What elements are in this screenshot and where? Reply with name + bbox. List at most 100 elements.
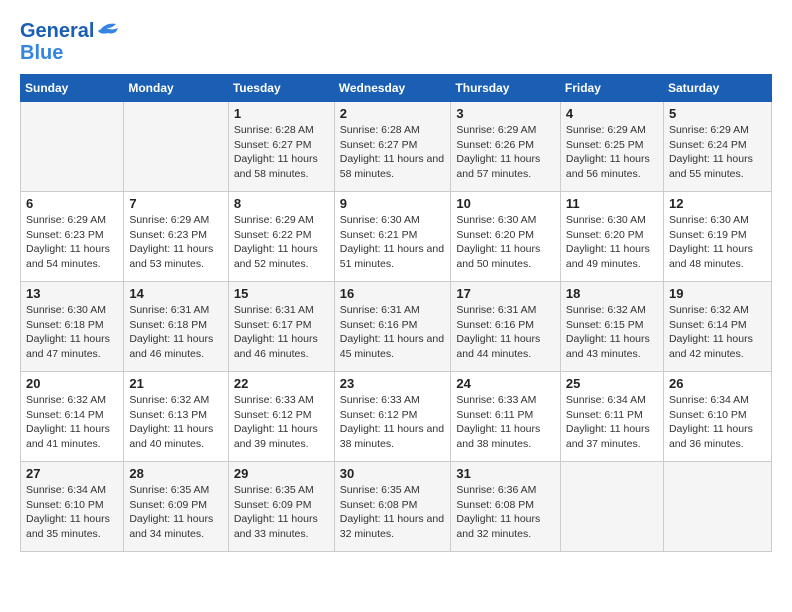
calendar-cell: 8 Sunrise: 6:29 AM Sunset: 6:22 PM Daylig… <box>228 192 334 282</box>
day-number: 15 <box>234 286 329 301</box>
day-number: 1 <box>234 106 329 121</box>
day-number: 29 <box>234 466 329 481</box>
calendar-week-row: 13 Sunrise: 6:30 AM Sunset: 6:18 PM Dayli… <box>21 282 772 372</box>
day-number: 28 <box>129 466 223 481</box>
day-info: Sunrise: 6:31 AM Sunset: 6:18 PM Dayligh… <box>129 303 223 362</box>
day-info: Sunrise: 6:34 AM Sunset: 6:11 PM Dayligh… <box>566 393 658 452</box>
day-number: 19 <box>669 286 766 301</box>
calendar-cell: 27 Sunrise: 6:34 AM Sunset: 6:10 PM Dayli… <box>21 462 124 552</box>
day-info: Sunrise: 6:29 AM Sunset: 6:24 PM Dayligh… <box>669 123 766 182</box>
day-info: Sunrise: 6:29 AM Sunset: 6:23 PM Dayligh… <box>129 213 223 272</box>
col-header-sunday: Sunday <box>21 75 124 102</box>
calendar-cell: 9 Sunrise: 6:30 AM Sunset: 6:21 PM Daylig… <box>334 192 451 282</box>
calendar-week-row: 6Sunrise: 6:29 AM Sunset: 6:23 PM Daylig… <box>21 192 772 282</box>
calendar-header-row: SundayMondayTuesdayWednesdayThursdayFrid… <box>21 75 772 102</box>
day-info: Sunrise: 6:29 AM Sunset: 6:26 PM Dayligh… <box>456 123 554 182</box>
logo: General Blue <box>20 20 124 64</box>
calendar-cell: 28 Sunrise: 6:35 AM Sunset: 6:09 PM Dayli… <box>124 462 229 552</box>
calendar-cell: 1 Sunrise: 6:28 AM Sunset: 6:27 PM Daylig… <box>228 102 334 192</box>
day-number: 2 <box>340 106 446 121</box>
logo-general-text: General <box>20 20 94 42</box>
calendar-cell: 31 Sunrise: 6:36 AM Sunset: 6:08 PM Dayli… <box>451 462 560 552</box>
calendar-cell: 26Sunrise: 6:34 AM Sunset: 6:10 PM Dayli… <box>663 372 771 462</box>
day-info: Sunrise: 6:33 AM Sunset: 6:12 PM Dayligh… <box>340 393 446 452</box>
day-info: Sunrise: 6:31 AM Sunset: 6:17 PM Dayligh… <box>234 303 329 362</box>
col-header-thursday: Thursday <box>451 75 560 102</box>
day-number: 8 <box>234 196 329 211</box>
day-number: 3 <box>456 106 554 121</box>
day-info: Sunrise: 6:33 AM Sunset: 6:11 PM Dayligh… <box>456 393 554 452</box>
day-number: 5 <box>669 106 766 121</box>
logo-blue-text: Blue <box>20 42 63 64</box>
day-number: 22 <box>234 376 329 391</box>
calendar-cell: 21 Sunrise: 6:32 AM Sunset: 6:13 PM Dayli… <box>124 372 229 462</box>
calendar-cell: 16 Sunrise: 6:31 AM Sunset: 6:16 PM Dayli… <box>334 282 451 372</box>
day-number: 18 <box>566 286 658 301</box>
calendar-cell: 17 Sunrise: 6:31 AM Sunset: 6:16 PM Dayli… <box>451 282 560 372</box>
day-info: Sunrise: 6:30 AM Sunset: 6:20 PM Dayligh… <box>566 213 658 272</box>
day-info: Sunrise: 6:29 AM Sunset: 6:22 PM Dayligh… <box>234 213 329 272</box>
col-header-wednesday: Wednesday <box>334 75 451 102</box>
calendar-cell <box>560 462 663 552</box>
day-number: 27 <box>26 466 118 481</box>
calendar-table: SundayMondayTuesdayWednesdayThursdayFrid… <box>20 74 772 552</box>
day-info: Sunrise: 6:32 AM Sunset: 6:13 PM Dayligh… <box>129 393 223 452</box>
calendar-week-row: 1 Sunrise: 6:28 AM Sunset: 6:27 PM Daylig… <box>21 102 772 192</box>
logo-bird-icon <box>96 20 124 38</box>
day-number: 24 <box>456 376 554 391</box>
day-info: Sunrise: 6:30 AM Sunset: 6:21 PM Dayligh… <box>340 213 446 272</box>
calendar-cell: 18 Sunrise: 6:32 AM Sunset: 6:15 PM Dayli… <box>560 282 663 372</box>
day-number: 12 <box>669 196 766 211</box>
day-info: Sunrise: 6:33 AM Sunset: 6:12 PM Dayligh… <box>234 393 329 452</box>
day-number: 13 <box>26 286 118 301</box>
calendar-cell: 4 Sunrise: 6:29 AM Sunset: 6:25 PM Daylig… <box>560 102 663 192</box>
day-info: Sunrise: 6:30 AM Sunset: 6:18 PM Dayligh… <box>26 303 118 362</box>
day-info: Sunrise: 6:29 AM Sunset: 6:25 PM Dayligh… <box>566 123 658 182</box>
day-info: Sunrise: 6:32 AM Sunset: 6:14 PM Dayligh… <box>26 393 118 452</box>
col-header-saturday: Saturday <box>663 75 771 102</box>
col-header-friday: Friday <box>560 75 663 102</box>
day-info: Sunrise: 6:30 AM Sunset: 6:19 PM Dayligh… <box>669 213 766 272</box>
day-info: Sunrise: 6:32 AM Sunset: 6:15 PM Dayligh… <box>566 303 658 362</box>
calendar-cell: 2Sunrise: 6:28 AM Sunset: 6:27 PM Daylig… <box>334 102 451 192</box>
calendar-cell: 7Sunrise: 6:29 AM Sunset: 6:23 PM Daylig… <box>124 192 229 282</box>
day-number: 4 <box>566 106 658 121</box>
day-info: Sunrise: 6:28 AM Sunset: 6:27 PM Dayligh… <box>234 123 329 182</box>
day-info: Sunrise: 6:36 AM Sunset: 6:08 PM Dayligh… <box>456 483 554 542</box>
calendar-cell: 3 Sunrise: 6:29 AM Sunset: 6:26 PM Daylig… <box>451 102 560 192</box>
calendar-cell: 19Sunrise: 6:32 AM Sunset: 6:14 PM Dayli… <box>663 282 771 372</box>
day-info: Sunrise: 6:35 AM Sunset: 6:09 PM Dayligh… <box>234 483 329 542</box>
calendar-cell <box>21 102 124 192</box>
col-header-monday: Monday <box>124 75 229 102</box>
day-number: 26 <box>669 376 766 391</box>
day-number: 9 <box>340 196 446 211</box>
calendar-cell: 15 Sunrise: 6:31 AM Sunset: 6:17 PM Dayli… <box>228 282 334 372</box>
page-header: General Blue <box>20 20 772 64</box>
day-number: 21 <box>129 376 223 391</box>
calendar-cell: 23 Sunrise: 6:33 AM Sunset: 6:12 PM Dayli… <box>334 372 451 462</box>
calendar-cell: 11 Sunrise: 6:30 AM Sunset: 6:20 PM Dayli… <box>560 192 663 282</box>
day-number: 23 <box>340 376 446 391</box>
day-number: 16 <box>340 286 446 301</box>
day-info: Sunrise: 6:34 AM Sunset: 6:10 PM Dayligh… <box>26 483 118 542</box>
calendar-cell: 14Sunrise: 6:31 AM Sunset: 6:18 PM Dayli… <box>124 282 229 372</box>
calendar-cell <box>124 102 229 192</box>
calendar-week-row: 20 Sunrise: 6:32 AM Sunset: 6:14 PM Dayli… <box>21 372 772 462</box>
day-number: 20 <box>26 376 118 391</box>
day-info: Sunrise: 6:31 AM Sunset: 6:16 PM Dayligh… <box>340 303 446 362</box>
day-number: 17 <box>456 286 554 301</box>
day-info: Sunrise: 6:35 AM Sunset: 6:09 PM Dayligh… <box>129 483 223 542</box>
calendar-cell <box>663 462 771 552</box>
calendar-cell: 5 Sunrise: 6:29 AM Sunset: 6:24 PM Daylig… <box>663 102 771 192</box>
day-number: 10 <box>456 196 554 211</box>
calendar-cell: 29 Sunrise: 6:35 AM Sunset: 6:09 PM Dayli… <box>228 462 334 552</box>
day-number: 25 <box>566 376 658 391</box>
col-header-tuesday: Tuesday <box>228 75 334 102</box>
calendar-cell: 22 Sunrise: 6:33 AM Sunset: 6:12 PM Dayli… <box>228 372 334 462</box>
day-info: Sunrise: 6:31 AM Sunset: 6:16 PM Dayligh… <box>456 303 554 362</box>
calendar-cell: 10Sunrise: 6:30 AM Sunset: 6:20 PM Dayli… <box>451 192 560 282</box>
calendar-cell: 30Sunrise: 6:35 AM Sunset: 6:08 PM Dayli… <box>334 462 451 552</box>
day-number: 11 <box>566 196 658 211</box>
day-number: 31 <box>456 466 554 481</box>
calendar-cell: 24 Sunrise: 6:33 AM Sunset: 6:11 PM Dayli… <box>451 372 560 462</box>
